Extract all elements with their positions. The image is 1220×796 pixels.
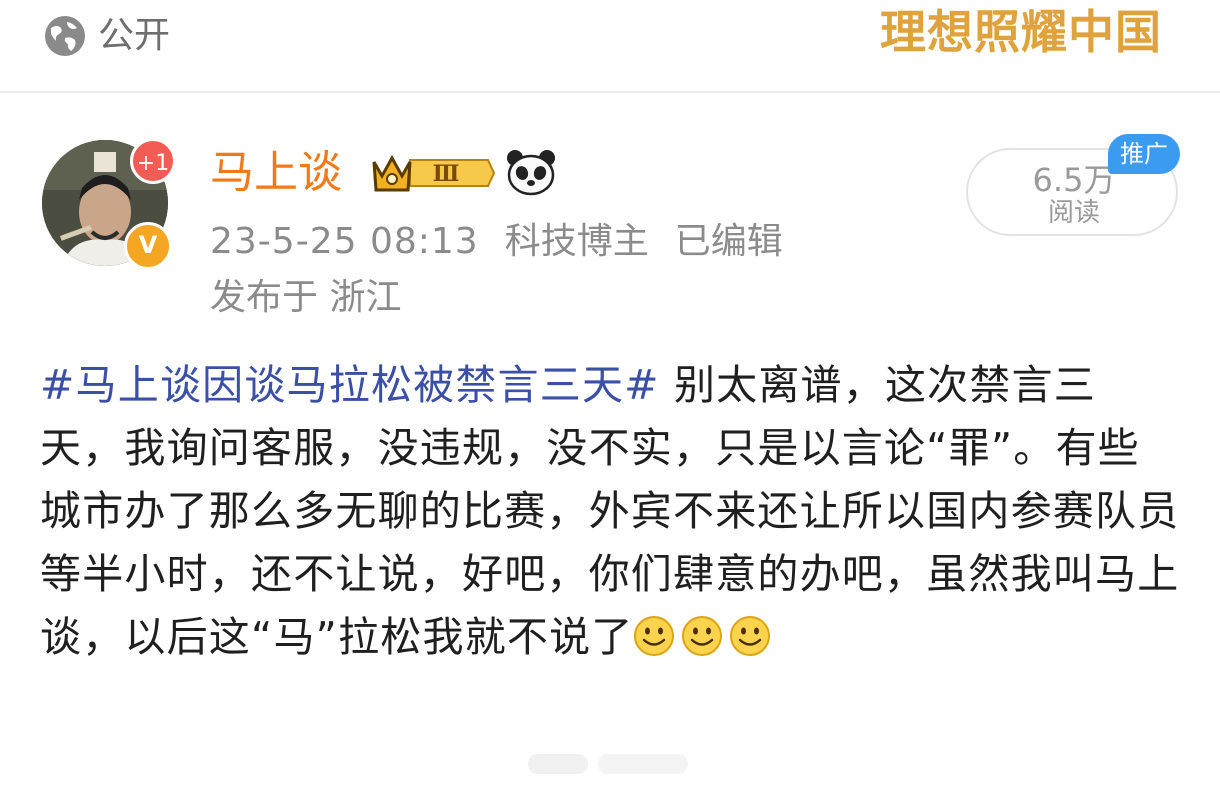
globe-icon [45,16,85,56]
banner-slogan: 理想照耀中国 [880,5,1162,59]
top-bar: 公开 理想照耀中国 [0,0,1220,92]
post-timestamp: 23-5-25 08:13 [210,221,479,262]
edited-label[interactable]: 已编辑 [675,221,783,262]
smile-emoji-icon [682,616,723,656]
post-meta: 23-5-25 08:13 科技博主 已编辑 [210,218,809,266]
author-role: 科技博主 [504,221,649,262]
read-label: 阅读 [1047,198,1100,228]
visibility-label[interactable]: 公开 [98,12,170,60]
panda-icon [507,150,555,196]
post-body: #马上谈因谈马拉松被禁言三天# 别太离谱，这次禁言三天，我询问客服，没违规，没不… [40,354,1180,669]
promote-tag[interactable]: 推广 [1108,134,1180,174]
header-divider [0,91,1220,93]
member-level-crown-icon: Ⅲ [372,154,495,192]
smile-emoji-icon [634,616,675,656]
hashtag-link[interactable]: #马上谈因谈马拉松被禁言三天# [40,361,660,409]
smile-emoji-icon [730,616,771,656]
verified-badge-icon: V [124,222,172,270]
level-numeral: Ⅲ [433,161,460,187]
follow-count-badge: +1 [130,138,176,184]
post-location: 发布于 浙江 [210,277,402,318]
author-name[interactable]: 马上谈 [210,144,342,202]
watermark-hint [528,754,688,774]
